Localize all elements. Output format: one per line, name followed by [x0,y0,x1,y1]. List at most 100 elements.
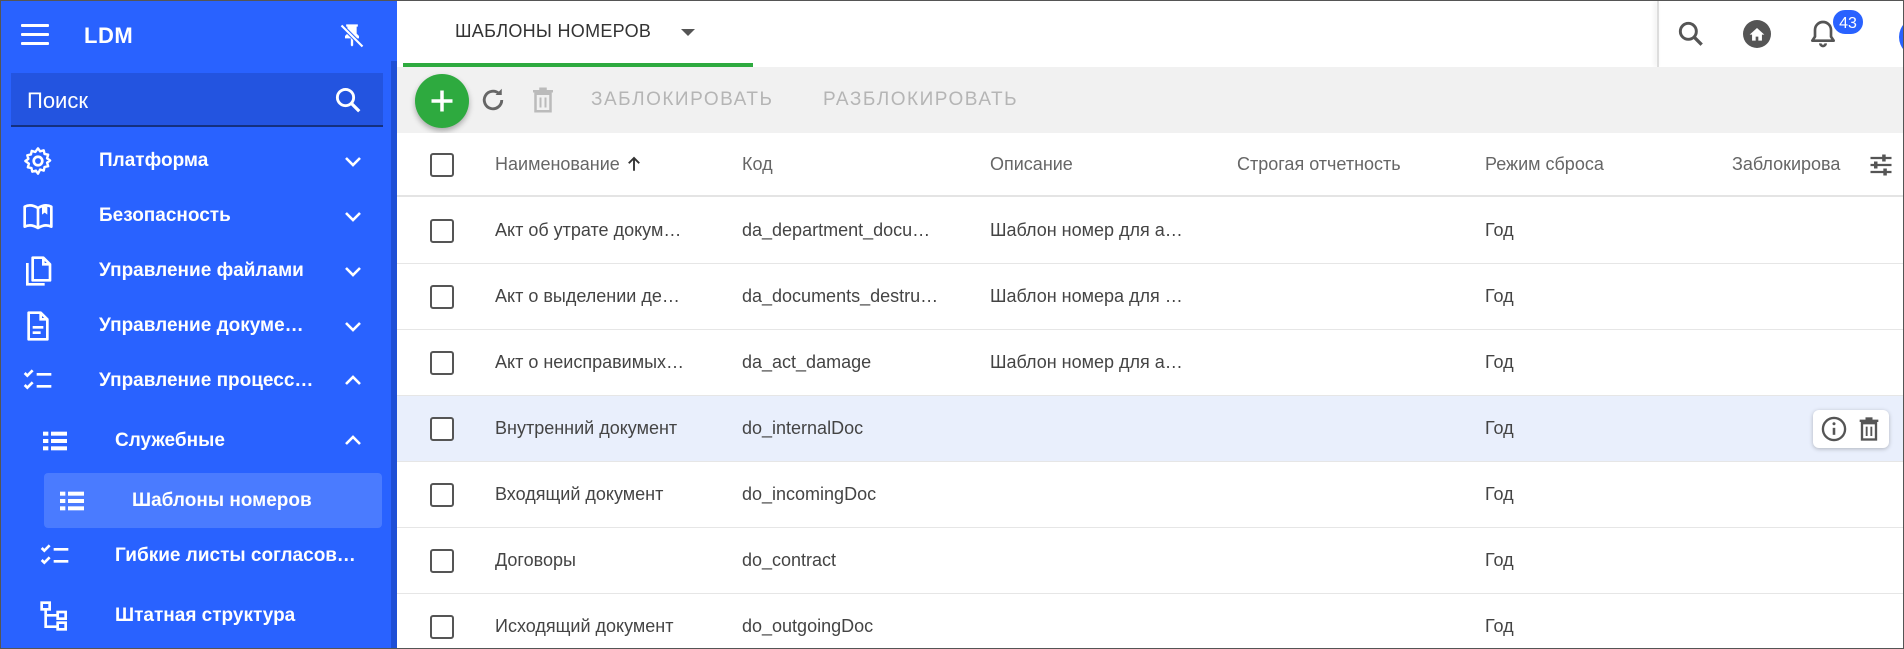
home-icon[interactable] [1741,18,1773,50]
cell-code: do_contract [742,550,837,570]
topbar-divider [1657,1,1659,67]
search-input[interactable]: Поиск [27,88,88,114]
table-row[interactable]: Исходящий документ do_outgoingDoc Год [397,594,1903,648]
cell-code: do_incomingDoc [742,484,877,504]
sidebar-search[interactable]: Поиск [11,73,383,127]
cell-name: Договоры [495,550,576,570]
org-structure-icon [39,600,71,632]
row-checkbox[interactable] [430,615,454,639]
delete-icon[interactable] [528,85,558,115]
chevron-up-icon [341,369,365,393]
sidebar-item-file-management[interactable]: Управление файлами [1,243,391,298]
sidebar-item-document-management[interactable]: Управление докуме… [1,298,391,353]
cell-name: Акт о выделении де… [495,286,680,306]
row-checkbox[interactable] [430,549,454,573]
cell-code: da_act_damage [742,352,872,372]
sort-ascending-icon[interactable] [625,155,643,173]
files-icon [22,255,54,287]
chevron-down-icon [341,314,365,338]
table-row[interactable]: Акт о выделении де… da_documents_destru…… [397,264,1903,330]
cell-code: da_department_docu… [742,220,931,240]
sidebar-item-security[interactable]: Безопасность [1,188,391,243]
cell-reset-mode: Год [1485,220,1514,240]
cell-description: Шаблон номера для … [990,286,1183,306]
select-all-checkbox[interactable] [430,153,454,177]
chevron-down-icon [341,259,365,283]
row-checkbox[interactable] [430,285,454,309]
cell-name: Входящий документ [495,484,664,504]
row-checkbox[interactable] [430,483,454,507]
column-header-code[interactable]: Код [742,154,773,175]
caret-down-icon[interactable] [681,29,695,36]
unblock-button[interactable]: РАЗБЛОКИРОВАТЬ [823,89,1018,111]
table-row[interactable]: Внутренний документ do_internalDoc Год [397,396,1903,462]
info-icon[interactable] [1820,415,1848,443]
table-row[interactable]: Договоры do_contract Год [397,528,1903,594]
chevron-up-icon [341,429,365,453]
table-header: Наименование Код Описание Строгая отчетн… [397,133,1903,197]
search-icon[interactable] [1675,18,1707,50]
column-header-strict-reporting[interactable]: Строгая отчетность [1237,154,1401,175]
unpin-icon[interactable] [338,21,366,51]
cell-code: da_documents_destru… [742,286,939,306]
cell-code: do_outgoingDoc [742,616,874,636]
sidebar-item-flexible-approval-sheets[interactable]: Гибкие листы согласован… [1,528,391,583]
sidebar-item-service[interactable]: Служебные [1,413,391,468]
delete-row-icon[interactable] [1855,415,1883,443]
app-window: LDM Поиск Платформа Безопасность Управле… [0,0,1904,649]
block-button[interactable]: ЗАБЛОКИРОВАТЬ [591,89,773,111]
column-settings-icon[interactable] [1867,151,1895,179]
cell-name: Исходящий документ [495,616,674,636]
main-content: ШАБЛОНЫ НОМЕРОВ 43 A [397,1,1903,648]
column-header-label: Наименование [495,154,620,174]
search-icon[interactable] [333,85,363,115]
column-header-name[interactable]: Наименование [495,154,643,175]
sidebar-item-label: Штатная структура [115,605,296,626]
sidebar-item-label: Шаблоны номеров [132,490,312,511]
row-checkbox[interactable] [430,219,454,243]
cell-description: Шаблон номер для а… [990,352,1183,372]
row-checkbox[interactable] [430,417,454,441]
notification-badge: 43 [1831,8,1865,36]
sidebar-item-number-templates[interactable]: Шаблоны номеров [44,473,382,528]
book-open-icon [22,200,54,232]
toolbar: ЗАБЛОКИРОВАТЬ РАЗБЛОКИРОВАТЬ [397,67,1903,133]
plus-icon [431,90,453,112]
column-header-reset-mode[interactable]: Режим сброса [1485,154,1604,175]
avatar[interactable]: A [1899,17,1903,57]
sidebar-item-label: Управление процесс… [99,370,314,391]
row-actions [1813,410,1889,448]
tab-number-templates[interactable]: ШАБЛОНЫ НОМЕРОВ [403,1,753,67]
sidebar-item-staff-structure[interactable]: Штатная структура [1,588,391,643]
checklist-icon [22,365,54,397]
table-row[interactable]: Акт об утрате докум… da_department_docu…… [397,198,1903,264]
sidebar-item-label: Безопасность [99,205,231,226]
sidebar-item-label: Управление докуме… [99,315,304,336]
refresh-icon[interactable] [478,85,508,115]
cell-name: Акт об утрате докум… [495,220,682,240]
cell-reset-mode: Год [1485,550,1514,570]
cell-reset-mode: Год [1485,484,1514,504]
column-header-blocked[interactable]: Заблокирова [1732,154,1856,175]
sidebar-item-label: Служебные [115,430,225,451]
sidebar-item-platform[interactable]: Платформа [1,133,391,188]
hamburger-menu-icon[interactable] [21,24,49,48]
cell-code: do_internalDoc [742,418,864,438]
cell-reset-mode: Год [1485,418,1514,438]
app-title: LDM [84,23,134,48]
table-row[interactable]: Входящий документ do_incomingDoc Год [397,462,1903,528]
table-list-icon [56,485,88,517]
sidebar-item-process-management[interactable]: Управление процесс… [1,353,391,408]
chevron-down-icon [341,149,365,173]
top-bar: ШАБЛОНЫ НОМЕРОВ 43 A [397,1,1903,67]
checklist-icon [39,540,71,572]
sidebar-item-label: Управление файлами [99,260,304,281]
row-checkbox[interactable] [430,351,454,375]
cell-reset-mode: Год [1485,616,1514,636]
gear-icon [22,145,54,177]
table-row[interactable]: Акт о неисправимых… da_act_damage Шаблон… [397,330,1903,396]
cell-reset-mode: Год [1485,352,1514,372]
add-button[interactable] [415,74,469,128]
column-header-description[interactable]: Описание [990,154,1073,175]
cell-name: Акт о неисправимых… [495,352,685,372]
